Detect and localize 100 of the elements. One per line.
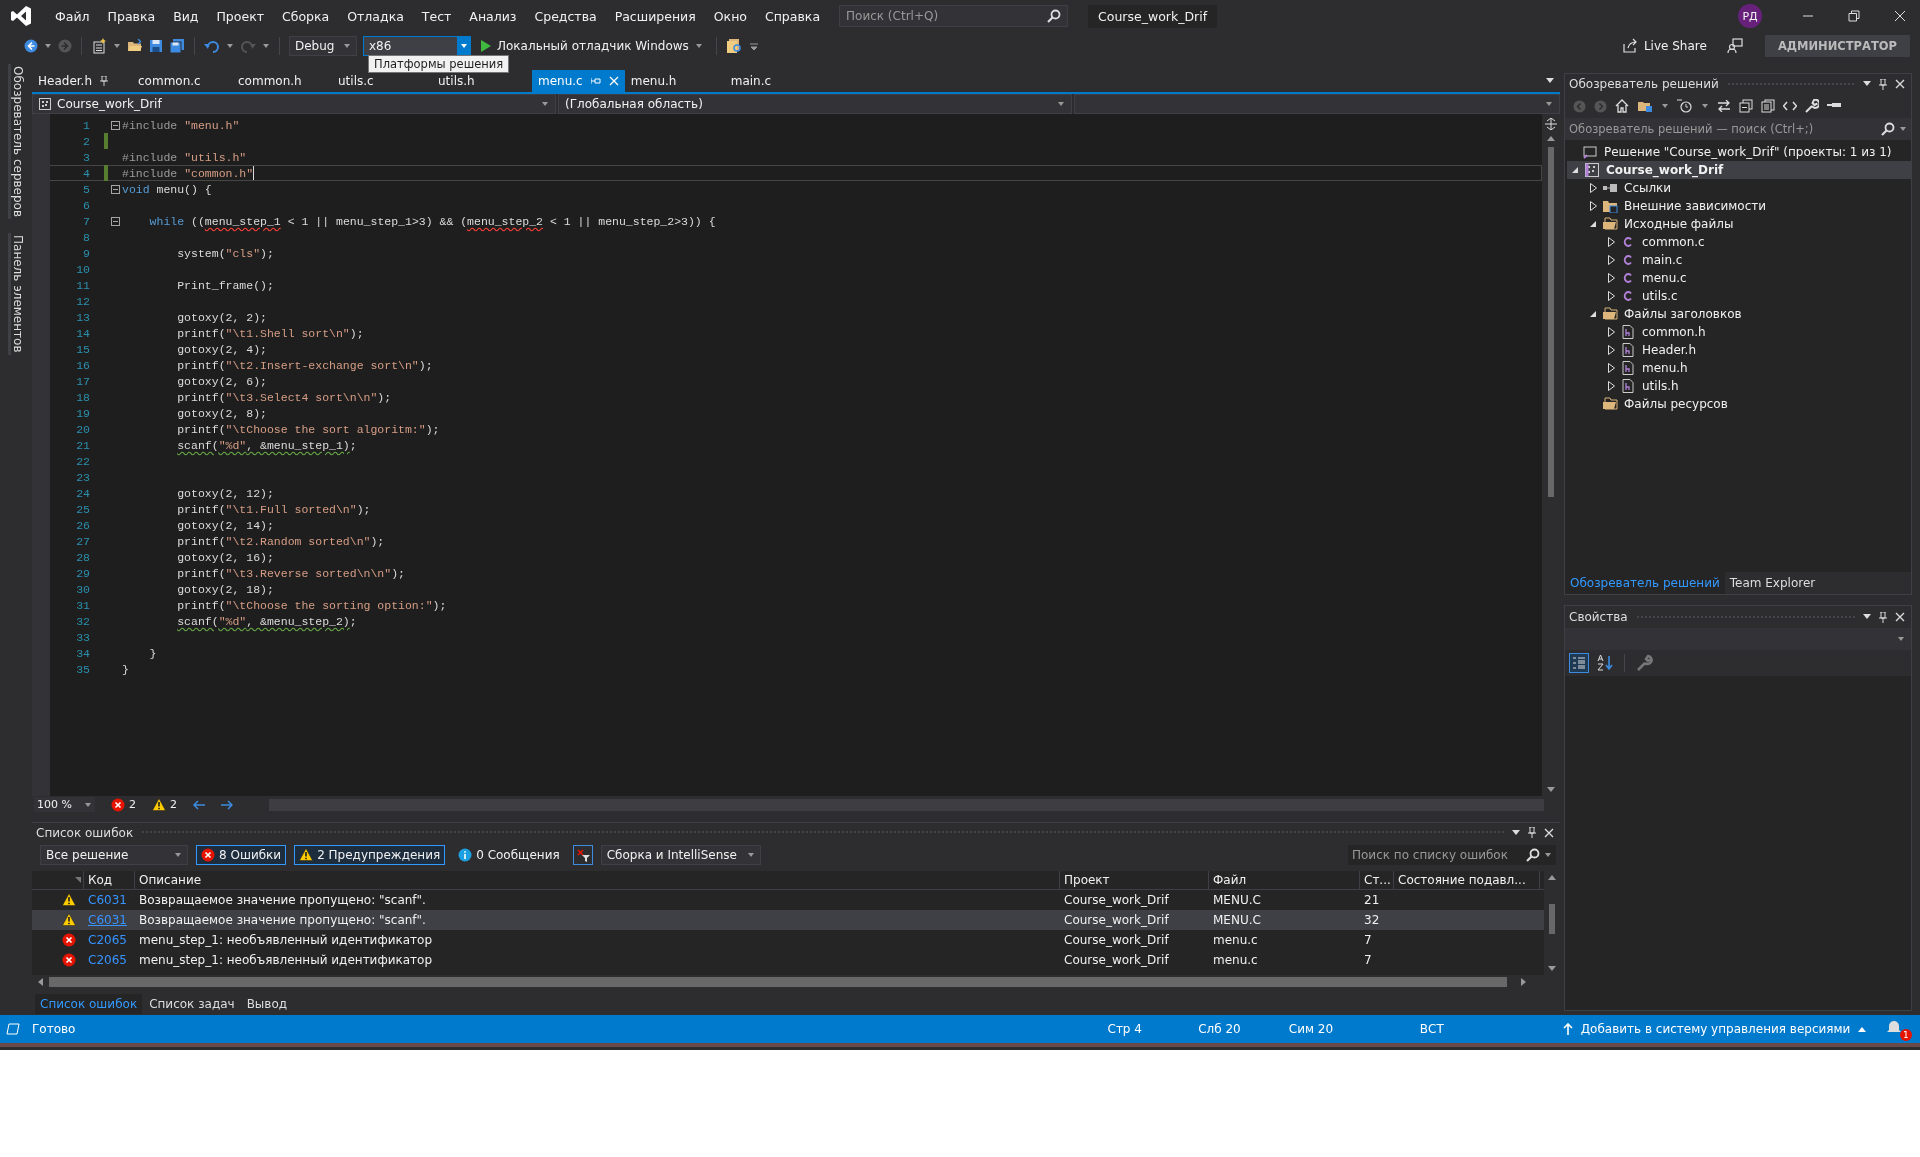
menu-item[interactable]: Проект	[207, 6, 273, 26]
scroll-thumb[interactable]	[1549, 903, 1555, 934]
live-share-button[interactable]: Live Share	[1621, 38, 1707, 54]
notifications-button[interactable]: 1	[1886, 1017, 1912, 1041]
expanded-icon[interactable]	[1571, 166, 1579, 174]
scroll-up-icon[interactable]	[1547, 136, 1555, 141]
scope-dropdown[interactable]: (Глобальная область)	[558, 94, 1072, 114]
menu-item[interactable]: Анализ	[460, 6, 526, 26]
sync-icon[interactable]	[1717, 100, 1731, 112]
pin-icon[interactable]	[1879, 611, 1887, 623]
scroll-thumb[interactable]	[49, 977, 1507, 988]
menu-item[interactable]: Справка	[755, 6, 830, 26]
column-header[interactable]: Описание	[135, 870, 1060, 889]
collapsed-icon[interactable]	[1607, 255, 1615, 265]
panel-tab[interactable]: Вывод	[241, 994, 293, 1015]
zoom-dropdown[interactable]: 100 %	[34, 797, 95, 812]
expanded-icon[interactable]	[1589, 310, 1597, 318]
error-row[interactable]: C6031 Возвращаемое значение пропущено: "scanf". Course_work_Drif MENU.C 21	[32, 889, 1544, 910]
feedback-icon[interactable]	[1726, 38, 1743, 54]
error-row[interactable]: C2065 menu_step_1: необъявленный идентификатор Course_work_Drif menu.c 7	[32, 949, 1544, 970]
menu-caret-icon[interactable]	[1863, 614, 1871, 620]
warning-count[interactable]: 2	[152, 798, 177, 811]
previous-icon[interactable]	[193, 799, 205, 810]
close-icon[interactable]	[1894, 10, 1906, 22]
menu-caret-icon[interactable]	[1512, 829, 1520, 836]
open-folder-icon[interactable]	[127, 39, 143, 53]
scroll-right-icon[interactable]	[1521, 978, 1526, 987]
menu-item[interactable]: Расширения	[605, 6, 705, 26]
scroll-thumb[interactable]	[1548, 147, 1554, 497]
error-row[interactable]: C2065 menu_step_1: необъявленный идентификатор Course_work_Drif menu.c 7	[32, 929, 1544, 950]
pin-icon[interactable]	[100, 76, 108, 86]
back-icon[interactable]	[24, 39, 38, 53]
collapsed-icon[interactable]	[1607, 273, 1615, 283]
close-icon[interactable]	[1544, 827, 1554, 838]
document-tab[interactable]: main.c	[724, 70, 825, 92]
panel-tab[interactable]: Список задач	[144, 994, 240, 1015]
expanded-icon[interactable]	[1589, 220, 1597, 228]
pin-icon[interactable]	[1879, 78, 1887, 90]
search-field[interactable]: Поиск (Ctrl+Q)	[839, 5, 1069, 27]
menu-caret-icon[interactable]	[1863, 81, 1871, 87]
search-icon[interactable]	[1881, 122, 1895, 136]
pin-icon[interactable]	[1528, 827, 1536, 839]
sort-grip-icon[interactable]	[75, 876, 81, 883]
tree-item[interactable]: menu.c	[1603, 269, 1911, 287]
menu-item[interactable]: Вид	[164, 6, 208, 26]
menu-item[interactable]: Тест	[412, 6, 461, 26]
scroll-up-icon[interactable]	[1548, 874, 1556, 880]
side-tab[interactable]: Обозреватель серверов	[7, 64, 25, 219]
collapse-icon[interactable]	[110, 216, 120, 226]
new-project-icon[interactable]	[91, 38, 107, 54]
configuration-dropdown[interactable]: Debug	[289, 36, 357, 56]
error-code-link[interactable]: C2065	[88, 952, 127, 967]
tree-item[interactable]: Course_work_Drif	[1567, 161, 1911, 179]
next-icon[interactable]	[221, 799, 233, 810]
split-icon[interactable]	[1545, 118, 1557, 130]
undo-icon[interactable]	[204, 39, 220, 53]
tree-item[interactable]: utils.c	[1603, 287, 1911, 305]
avatar[interactable]: РД	[1738, 4, 1762, 28]
close-icon[interactable]	[1895, 79, 1905, 89]
source-control-button[interactable]: Добавить в систему управления версиями	[1562, 1022, 1867, 1036]
error-code-link[interactable]: C2065	[88, 932, 127, 947]
tree-item[interactable]: Файлы заголовков	[1585, 305, 1911, 323]
restore-icon[interactable]	[1848, 10, 1860, 22]
document-tab[interactable]: common.c	[132, 70, 232, 92]
error-code-link[interactable]: C6031	[88, 892, 127, 907]
document-tab[interactable]: utils.h	[432, 70, 532, 92]
find-in-files-icon[interactable]	[725, 38, 744, 54]
source-dropdown[interactable]: Сборка и IntelliSense	[600, 844, 761, 865]
tree-item[interactable]: Файлы ресурсов	[1585, 395, 1911, 413]
filter-button[interactable]: 8 Ошибки	[196, 844, 287, 865]
scroll-down-icon[interactable]	[1548, 966, 1556, 972]
menu-item[interactable]: Сборка	[273, 6, 339, 26]
search-field[interactable]: Поиск по списку ошибок	[1348, 844, 1556, 865]
account-button[interactable]: АДМИНИСТРАТОР	[1764, 35, 1910, 57]
filter-button[interactable]: 2 Предупреждения	[294, 844, 446, 865]
menu-item[interactable]: Окно	[704, 6, 756, 26]
filter-button[interactable]: 0 Сообщения	[453, 844, 565, 865]
menu-item[interactable]: Средства	[525, 6, 606, 26]
minus-icon[interactable]	[1827, 103, 1841, 109]
close-icon[interactable]	[1895, 612, 1905, 622]
column-header[interactable]: Ст...	[1360, 870, 1394, 889]
tree-item[interactable]: menu.h	[1603, 359, 1911, 377]
collapsed-icon[interactable]	[1589, 201, 1597, 211]
collapsed-icon[interactable]	[1607, 345, 1615, 355]
scroll-down-icon[interactable]	[1547, 787, 1555, 792]
menu-item[interactable]: Отладка	[338, 6, 413, 26]
history-icon[interactable]	[1677, 99, 1693, 113]
save-all-icon[interactable]	[169, 38, 185, 54]
tree-item[interactable]: common.h	[1603, 323, 1911, 341]
collapsed-icon[interactable]	[1607, 291, 1615, 301]
column-header[interactable]: Состояние подавл...	[1394, 870, 1540, 889]
collapsed-icon[interactable]	[1607, 327, 1615, 337]
tree-item[interactable]: Исходные файлы	[1585, 215, 1911, 233]
tree-item[interactable]: utils.h	[1603, 377, 1911, 395]
panel-tab[interactable]: Team Explorer	[1724, 572, 1821, 594]
column-header[interactable]: Проект	[1060, 870, 1209, 889]
menu-item[interactable]: Файл	[46, 6, 99, 26]
error-row[interactable]: C6031 Возвращаемое значение пропущено: "scanf". Course_work_Drif MENU.C 32	[32, 909, 1544, 930]
scroll-left-icon[interactable]	[38, 978, 43, 987]
folders-icon[interactable]	[1637, 99, 1653, 113]
